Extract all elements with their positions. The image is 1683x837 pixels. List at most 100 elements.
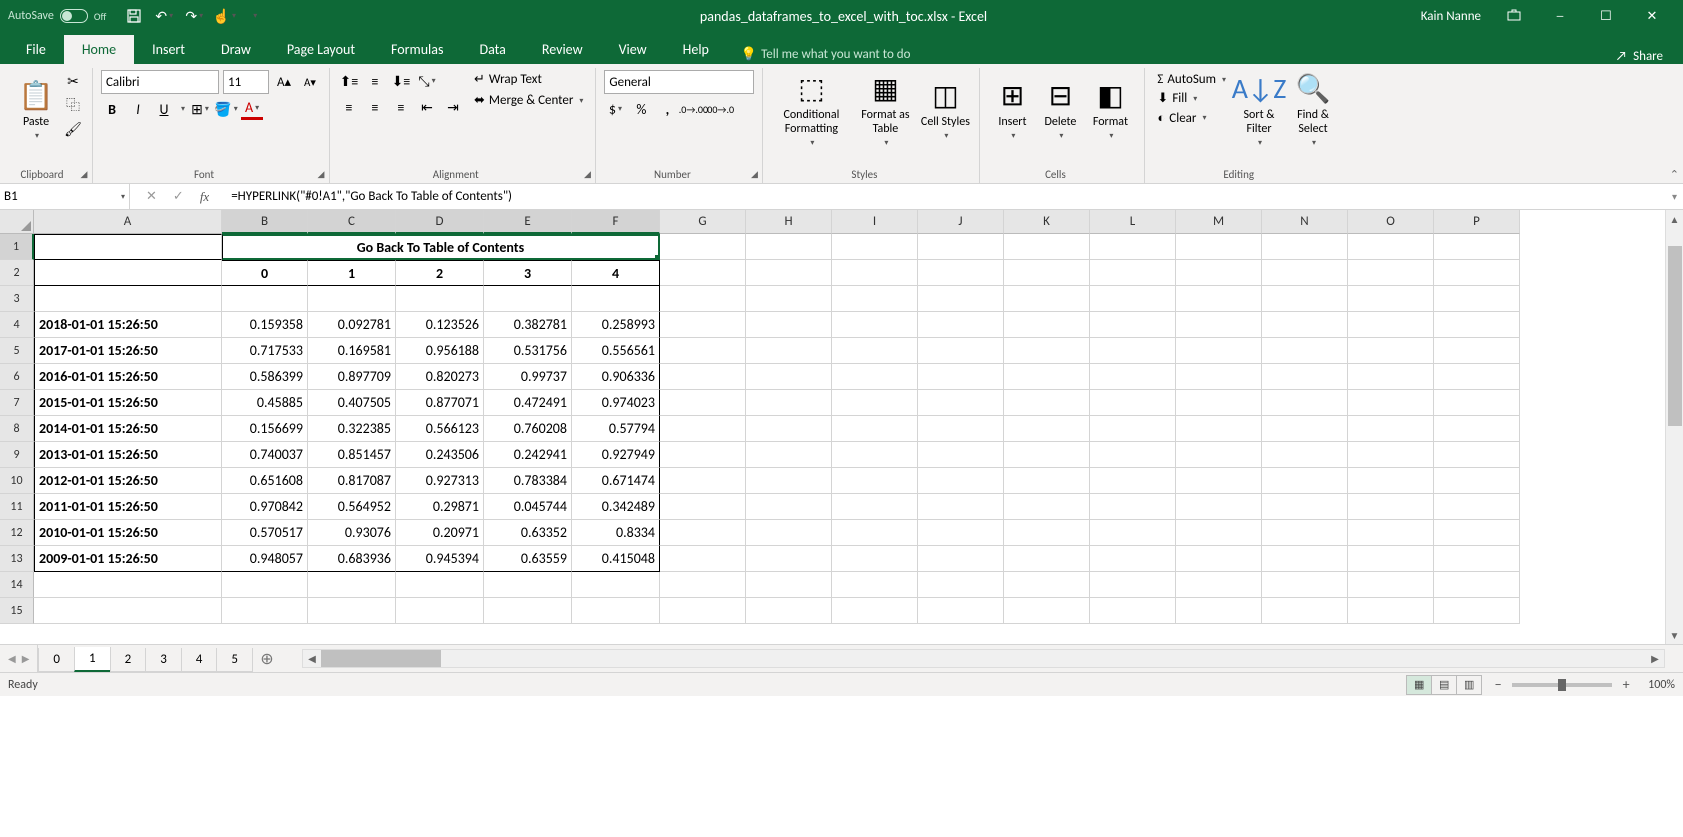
enter-formula-button[interactable]: ✓ (167, 187, 190, 206)
data-cell[interactable]: 0.322385 (308, 416, 396, 442)
cell[interactable] (1348, 468, 1434, 494)
tab-review[interactable]: Review (524, 35, 601, 64)
conditional-formatting-button[interactable]: ⬚ Conditional Formatting▾ (771, 70, 851, 148)
cell[interactable] (1434, 546, 1520, 572)
minimize-button[interactable]: ─ (1537, 1, 1583, 31)
data-cell[interactable]: 0.123526 (396, 312, 484, 338)
cell[interactable] (308, 286, 396, 312)
borders-button[interactable]: ⊞▾ (189, 98, 211, 120)
cell[interactable] (1176, 260, 1262, 286)
cell[interactable] (1348, 416, 1434, 442)
row-header[interactable]: 9 (0, 442, 34, 468)
row-header[interactable]: 1 (0, 234, 34, 260)
cell[interactable] (918, 520, 1004, 546)
data-cell[interactable]: 0.243506 (396, 442, 484, 468)
cell[interactable] (1004, 572, 1090, 598)
data-cell[interactable]: 0.63352 (484, 520, 572, 546)
scroll-down-icon[interactable]: ▼ (1666, 626, 1683, 644)
fill-color-button[interactable]: 🪣▾ (215, 98, 237, 120)
user-name[interactable]: Kain Nanne (1421, 9, 1481, 24)
cell[interactable] (1090, 286, 1176, 312)
cell[interactable] (1348, 598, 1434, 624)
touch-mode-button[interactable]: ☝▾ (212, 4, 236, 28)
row-timestamp[interactable]: 2012-01-01 15:26:50 (34, 468, 222, 494)
cell[interactable] (34, 260, 222, 286)
cell[interactable] (1090, 338, 1176, 364)
cell[interactable] (918, 494, 1004, 520)
cell[interactable] (1262, 338, 1348, 364)
row-timestamp[interactable]: 2017-01-01 15:26:50 (34, 338, 222, 364)
cell[interactable] (746, 546, 832, 572)
column-header[interactable]: F (572, 210, 660, 234)
cell[interactable] (1176, 520, 1262, 546)
row-header[interactable]: 2 (0, 260, 34, 286)
data-col-header[interactable]: 3 (484, 260, 572, 286)
delete-cells-button[interactable]: ⊟Delete▾ (1036, 70, 1084, 148)
tab-page-layout[interactable]: Page Layout (269, 35, 373, 64)
autosave-toggle[interactable]: AutoSave Off (8, 9, 106, 23)
column-header[interactable]: J (918, 210, 1004, 234)
sheet-tab-3[interactable]: 3 (145, 648, 182, 672)
share-button[interactable]: ↗ Share (1604, 49, 1675, 64)
scroll-left-icon[interactable]: ◀ (303, 652, 321, 665)
cell[interactable] (1090, 234, 1176, 260)
cell[interactable] (918, 442, 1004, 468)
cell[interactable] (746, 338, 832, 364)
cell[interactable] (1176, 494, 1262, 520)
cell[interactable] (1348, 260, 1434, 286)
cell[interactable] (1348, 234, 1434, 260)
row-timestamp[interactable]: 2014-01-01 15:26:50 (34, 416, 222, 442)
cell[interactable] (1176, 390, 1262, 416)
cell[interactable] (1090, 468, 1176, 494)
data-cell[interactable]: 0.945394 (396, 546, 484, 572)
align-center-button[interactable]: ≡ (364, 96, 386, 118)
cell[interactable] (660, 598, 746, 624)
align-left-button[interactable]: ≡ (338, 96, 360, 118)
cell[interactable] (746, 312, 832, 338)
cell[interactable] (1348, 364, 1434, 390)
row-timestamp[interactable]: 2015-01-01 15:26:50 (34, 390, 222, 416)
cell[interactable] (918, 416, 1004, 442)
insert-cells-button[interactable]: ⊞Insert▾ (988, 70, 1036, 148)
data-cell[interactable]: 0.586399 (222, 364, 308, 390)
tab-help[interactable]: Help (665, 35, 727, 64)
cell-A1[interactable] (34, 234, 222, 260)
new-sheet-button[interactable]: ⊕ (252, 645, 282, 672)
cell[interactable] (832, 312, 918, 338)
data-cell[interactable]: 0.556561 (572, 338, 660, 364)
zoom-level[interactable]: 100% (1648, 678, 1675, 692)
customize-qat[interactable]: ▾ (242, 4, 266, 28)
data-cell[interactable]: 0.156699 (222, 416, 308, 442)
row-header[interactable]: 10 (0, 468, 34, 494)
row-timestamp[interactable]: 2018-01-01 15:26:50 (34, 312, 222, 338)
cell[interactable] (1176, 442, 1262, 468)
cell[interactable] (1348, 338, 1434, 364)
data-cell[interactable]: 0.99737 (484, 364, 572, 390)
cell[interactable] (1004, 312, 1090, 338)
row-timestamp[interactable]: 2009-01-01 15:26:50 (34, 546, 222, 572)
cell[interactable] (1434, 598, 1520, 624)
column-header[interactable]: E (484, 210, 572, 234)
font-color-button[interactable]: A▾ (241, 98, 263, 120)
accounting-button[interactable]: $▾ (604, 98, 626, 120)
column-header[interactable]: N (1262, 210, 1348, 234)
cell[interactable] (918, 260, 1004, 286)
scroll-up-icon[interactable]: ▲ (1666, 210, 1683, 228)
data-cell[interactable]: 0.45885 (222, 390, 308, 416)
select-all-button[interactable] (0, 210, 34, 234)
cell[interactable] (1434, 364, 1520, 390)
cell[interactable] (918, 286, 1004, 312)
cell[interactable] (1348, 286, 1434, 312)
sheet-next-button[interactable]: ▶ (22, 652, 30, 665)
cell[interactable] (832, 494, 918, 520)
cell[interactable] (1090, 390, 1176, 416)
tab-file[interactable]: File (8, 35, 64, 64)
cell[interactable] (660, 286, 746, 312)
cell[interactable] (1090, 572, 1176, 598)
cell[interactable] (34, 572, 222, 598)
underline-button[interactable]: U (153, 98, 175, 120)
name-box[interactable]: ▾ (0, 184, 130, 209)
cell[interactable] (918, 546, 1004, 572)
cell[interactable] (660, 338, 746, 364)
data-cell[interactable]: 0.683936 (308, 546, 396, 572)
